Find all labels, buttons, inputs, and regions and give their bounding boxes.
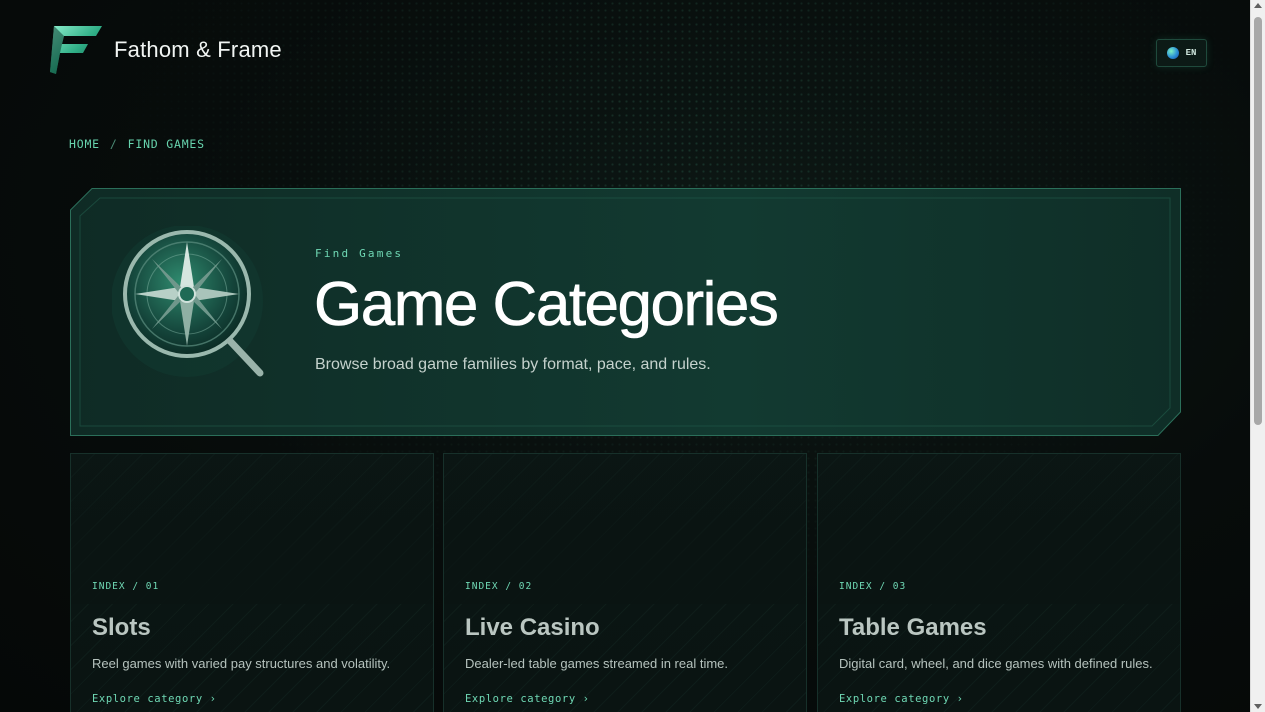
category-name: Table Games (839, 614, 987, 641)
category-name: Live Casino (465, 614, 600, 641)
category-card-slots[interactable]: INDEX / 01 Slots Reel games with varied … (70, 453, 434, 712)
category-name: Slots (92, 614, 151, 641)
category-description: Reel games with varied pay structures an… (92, 656, 391, 671)
scroll-down-arrow-icon[interactable] (1254, 704, 1262, 709)
breadcrumb-home-link[interactable]: HOME (69, 137, 100, 151)
breadcrumb-current: FIND GAMES (127, 137, 205, 151)
explore-category-link[interactable]: Explore category › (839, 693, 964, 705)
category-description: Digital card, wheel, and dice games with… (839, 656, 1153, 671)
vertical-scrollbar[interactable] (1250, 0, 1265, 712)
fathom-frame-f-logo-icon (50, 26, 102, 74)
language-selector-button[interactable]: EN (1156, 39, 1207, 67)
scroll-up-arrow-icon[interactable] (1254, 3, 1262, 8)
category-index: INDEX / 02 (465, 581, 533, 592)
hero-subtitle: Browse broad game families by format, pa… (315, 356, 711, 373)
compass-magnifier-icon (112, 226, 264, 377)
brand-logo-link[interactable]: Fathom & Frame (48, 22, 282, 78)
language-label: EN (1185, 48, 1197, 58)
page-title: Game Categories (314, 270, 779, 340)
category-index: INDEX / 01 (92, 581, 160, 592)
breadcrumb: HOME / FIND GAMES (69, 137, 205, 151)
scrollbar-thumb[interactable] (1254, 17, 1262, 425)
breadcrumb-separator: / (109, 137, 118, 151)
explore-category-link[interactable]: Explore category › (465, 693, 590, 705)
category-card-table-games[interactable]: INDEX / 03 Table Games Digital card, whe… (817, 453, 1181, 712)
category-index: INDEX / 03 (839, 581, 907, 592)
category-card-live-casino[interactable]: INDEX / 02 Live Casino Dealer-led table … (443, 453, 807, 712)
hero-panel: Find Games Game Categories Browse broad … (70, 188, 1181, 436)
brand-name: Fathom & Frame (114, 37, 282, 62)
explore-category-link[interactable]: Explore category › (92, 693, 217, 705)
category-description: Dealer-led table games streamed in real … (465, 656, 729, 671)
globe-icon (1166, 47, 1179, 59)
hero-eyebrow: Find Games (315, 247, 404, 260)
